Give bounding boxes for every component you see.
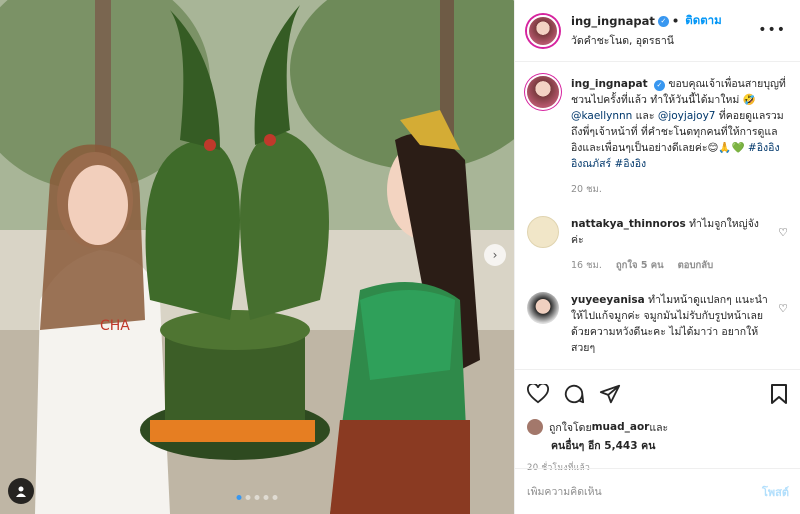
post-photo: CHA — [0, 0, 514, 514]
caption-time[interactable]: 20 ชม. — [571, 182, 602, 198]
svg-text:CHA: CHA — [100, 318, 130, 334]
likes-prefix: ถูกใจโดย — [549, 421, 592, 434]
comment-item: yuyeeyanisa ทำไมหน้าดูแปลกๆ แนะนำให้ไปแก… — [527, 292, 788, 356]
caption-avatar[interactable] — [527, 76, 559, 108]
comment-time[interactable]: 16 ชม. — [571, 258, 602, 274]
likes-others-link[interactable]: คนอื่นๆ อีก 5,443 คน — [551, 440, 655, 452]
carousel-dot — [272, 495, 278, 500]
separator: • — [671, 14, 680, 28]
comment-icon[interactable] — [563, 383, 585, 405]
author-username[interactable]: ing_ingnapat — [571, 14, 655, 28]
comment-item: nattakya_thinnoros ทำไมจูกใหญ่จังค่ะ 16 … — [527, 216, 788, 274]
comment-username[interactable]: nattakya_thinnoros — [571, 218, 686, 230]
comment-avatar[interactable] — [527, 216, 559, 248]
comment-likes[interactable]: ถูกใจ 5 คน — [616, 258, 664, 274]
carousel-dot — [245, 495, 251, 500]
reply-button[interactable]: ตอบกลับ — [678, 258, 714, 274]
verified-badge-icon: ✓ — [653, 79, 665, 91]
post-header: ing_ingnapat ✓ • ติดตาม วัดคำชะโนด, อุดร… — [515, 0, 800, 62]
author-avatar[interactable] — [527, 14, 559, 47]
action-bar — [515, 369, 800, 417]
mention-link[interactable]: @kaellynnn — [571, 110, 632, 122]
likes-middle: และ — [649, 421, 669, 434]
post-image[interactable]: CHA › — [0, 0, 514, 514]
carousel-dot — [263, 495, 269, 500]
tagged-users-button[interactable] — [8, 478, 34, 504]
more-horizontal-icon[interactable]: ••• — [758, 22, 786, 38]
likes-others: คนอื่นๆ อีก 5,443 คน — [515, 437, 800, 455]
comment-like-heart-icon[interactable]: ♡ — [778, 302, 788, 315]
liker-username[interactable]: muad_aor — [592, 421, 650, 433]
add-comment-bar: โพสต์ — [515, 468, 800, 514]
comment-input[interactable] — [527, 485, 762, 498]
caption-text-part2: และ — [632, 110, 658, 122]
comment-like-heart-icon[interactable]: ♡ — [778, 226, 788, 239]
comments-list: ing_ingnapat ✓ ขอบคุณเจ้าเพื่อนสายบุญที่… — [515, 62, 800, 369]
comment-username[interactable]: yuyeeyanisa — [571, 294, 645, 306]
carousel-indicator — [236, 495, 278, 500]
share-icon[interactable] — [599, 383, 621, 405]
liker-avatar[interactable] — [527, 419, 543, 435]
caption: ing_ingnapat ✓ ขอบคุณเจ้าเพื่อนสายบุญที่… — [527, 76, 788, 198]
heart-icon[interactable] — [527, 383, 549, 404]
carousel-dot — [236, 495, 242, 500]
follow-button[interactable]: ติดตาม — [685, 12, 721, 30]
post-comment-button[interactable]: โพสต์ — [762, 483, 789, 501]
post-details-panel: ing_ingnapat ✓ • ติดตาม วัดคำชะโนด, อุดร… — [514, 0, 800, 514]
likes-summary: ถูกใจโดย muad_aor และ — [515, 417, 800, 437]
comment-avatar[interactable] — [527, 292, 559, 324]
verified-badge-icon: ✓ — [657, 15, 669, 27]
user-icon — [16, 486, 26, 497]
location-link[interactable]: วัดคำชะโนด, อุดรธานี — [571, 32, 722, 49]
caption-username[interactable]: ing_ingnapat — [571, 78, 648, 90]
carousel-next-button[interactable]: › — [484, 244, 506, 266]
bookmark-icon[interactable] — [770, 383, 788, 409]
carousel-dot — [254, 495, 260, 500]
mention-link[interactable]: @joyjajoy7 — [658, 110, 716, 122]
